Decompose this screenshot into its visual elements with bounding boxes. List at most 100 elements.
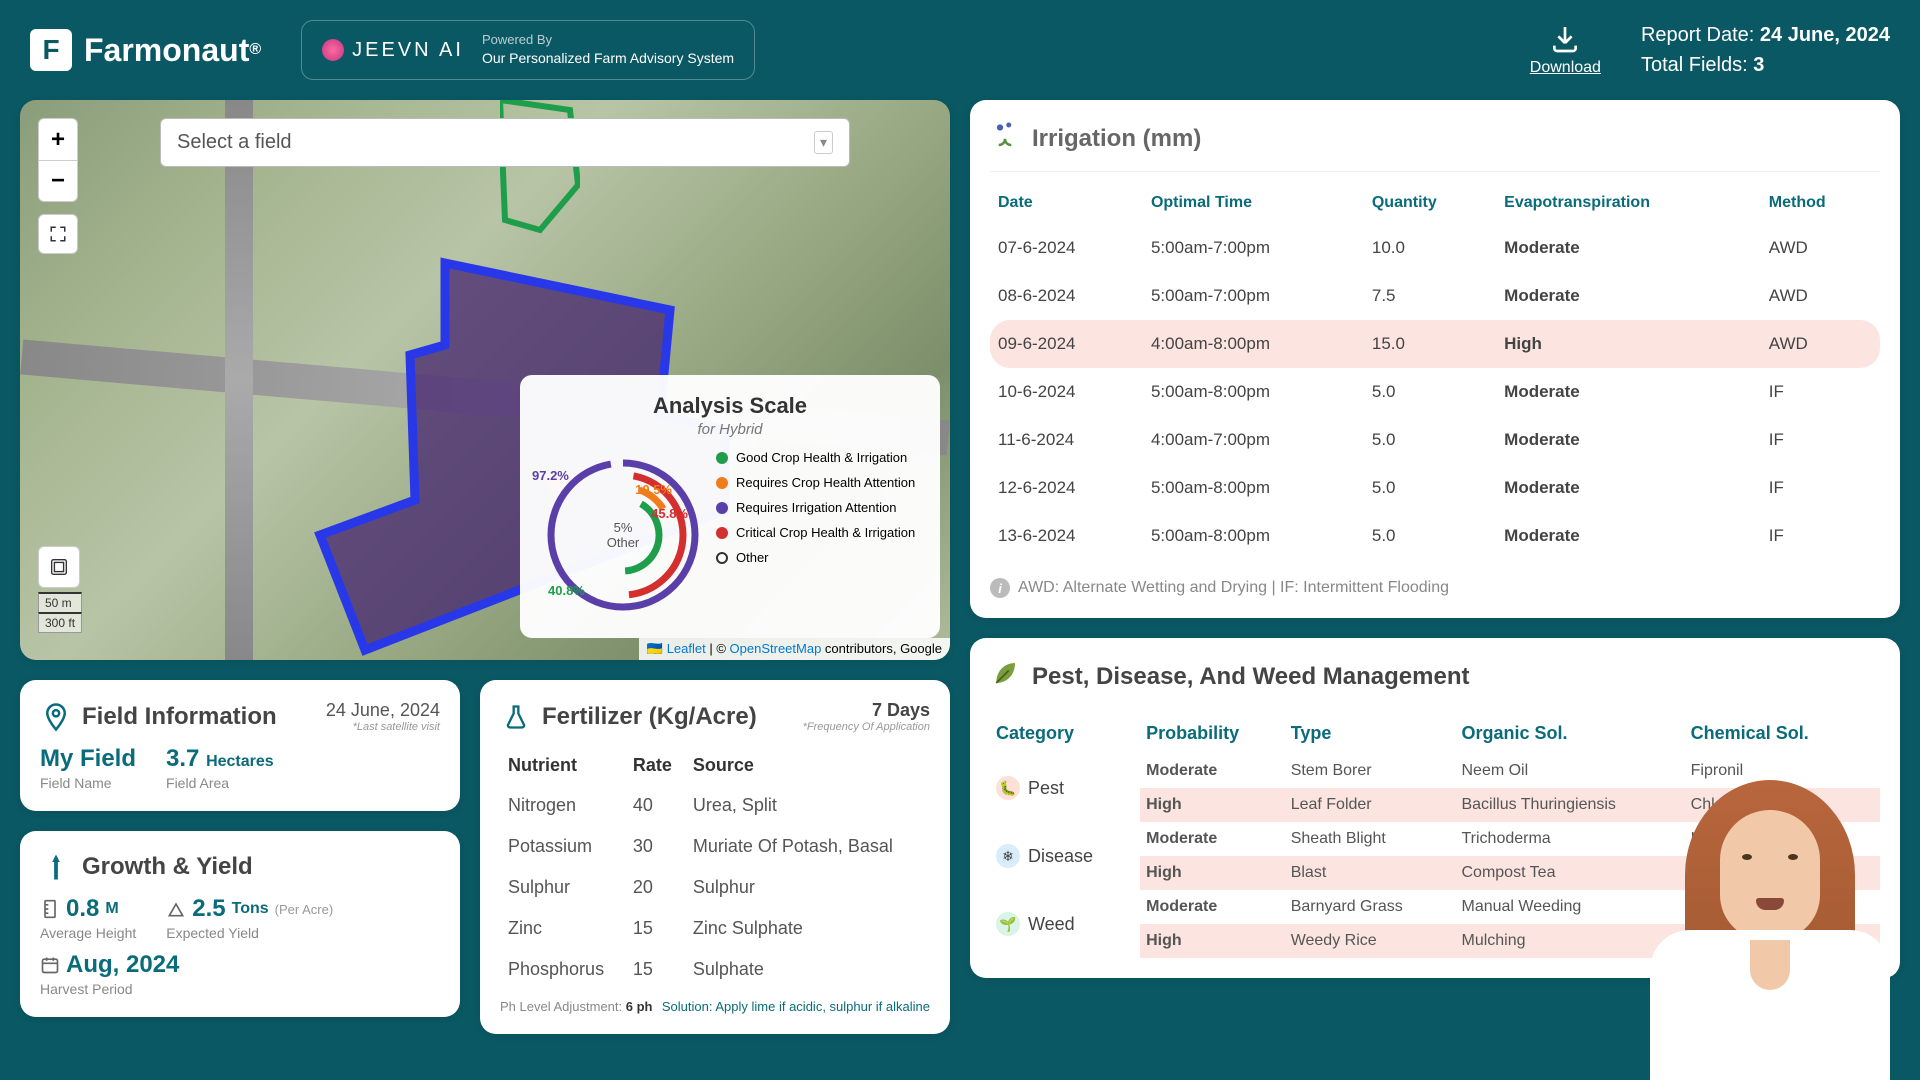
irr-col-date: Date xyxy=(990,182,1143,224)
leaf-icon xyxy=(990,658,1020,695)
analysis-subtitle: for Hybrid xyxy=(538,421,922,438)
zoom-in-button[interactable]: + xyxy=(38,118,78,160)
map-card[interactable]: + − Select a field xyxy=(20,100,950,660)
report-date: 24 June, 2024 xyxy=(1760,24,1890,46)
harvest-value: Aug, 2024 xyxy=(66,951,179,979)
height-value: 0.8 xyxy=(66,895,99,923)
fert-col-source: Source xyxy=(687,747,928,784)
table-row: 08-6-20245:00am-7:00pm7.5ModerateAWD xyxy=(990,272,1880,320)
legend-dot xyxy=(716,527,728,539)
analysis-legend: Good Crop Health & Irrigation Requires Cr… xyxy=(716,450,922,620)
ph-label: Ph Level Adjustment: xyxy=(500,999,622,1014)
field-info-title: Field Information xyxy=(82,703,277,731)
legend-item: Requires Irrigation Attention xyxy=(716,500,922,515)
table-row: Phosphorus15Sulphate xyxy=(502,950,928,989)
legend-item: Requires Crop Health Attention xyxy=(716,475,922,490)
pest-col-org: Organic Sol. xyxy=(1455,713,1684,754)
pest-category: 🌱Weed xyxy=(996,912,1134,936)
height-label: Average Height xyxy=(40,925,136,941)
sol-label: Solution: xyxy=(662,999,713,1014)
table-row: Sulphur20Sulphur xyxy=(502,868,928,907)
info-icon: i xyxy=(990,578,1010,598)
sol-value: Apply lime if acidic, sulphur if alkalin… xyxy=(715,999,930,1014)
legend-dot xyxy=(716,477,728,489)
table-row: 09-6-20244:00am-8:00pm15.0HighAWD xyxy=(990,320,1880,368)
legend-dot xyxy=(716,552,728,564)
pest-category: 🐛Pest xyxy=(996,776,1134,800)
pest-col-type: Type xyxy=(1285,713,1456,754)
donut-label-purple: 97.2% xyxy=(532,468,569,483)
legend-item: Critical Crop Health & Irrigation xyxy=(716,525,922,540)
flask-icon xyxy=(500,701,532,733)
legend-label: Good Crop Health & Irrigation xyxy=(736,450,907,465)
legend-label: Requires Irrigation Attention xyxy=(736,500,896,515)
table-row: 07-6-20245:00am-7:00pm10.0ModerateAWD xyxy=(990,224,1880,272)
water-plant-icon xyxy=(990,120,1020,157)
irrigation-card: Irrigation (mm) Date Optimal Time Quanti… xyxy=(970,100,1900,618)
total-fields: 3 xyxy=(1753,54,1764,76)
legend-dot xyxy=(716,452,728,464)
jeevn-powered: Powered By xyxy=(482,32,552,47)
fertilizer-card: Fertilizer (Kg/Acre) 7 Days *Frequency O… xyxy=(480,680,950,1034)
yield-icon xyxy=(166,899,186,919)
table-row: Zinc15Zinc Sulphate xyxy=(502,909,928,948)
attr-rest: contributors, Google xyxy=(821,641,942,656)
yield-value: 2.5 xyxy=(192,895,225,923)
fertilizer-period: 7 Days xyxy=(803,700,930,721)
ph-value: 6 ph xyxy=(626,999,653,1014)
legend-label: Critical Crop Health & Irrigation xyxy=(736,525,915,540)
ruler-icon xyxy=(40,899,60,919)
field-info-date-note: *Last satellite visit xyxy=(326,721,440,733)
field-area-label: Field Area xyxy=(166,775,274,791)
legend-dot xyxy=(716,502,728,514)
field-area-unit: Hectares xyxy=(206,753,274,770)
scale-ft: 300 ft xyxy=(38,612,82,633)
field-info-date: 24 June, 2024 xyxy=(326,700,440,720)
pest-col-prob: Probability xyxy=(1140,713,1285,754)
analysis-donut: 5% Other 97.2% 10.5% 45.8% 40.8% xyxy=(538,450,708,620)
field-select-dropdown[interactable]: Select a field xyxy=(160,118,850,167)
irrigation-footer: AWD: Alternate Wetting and Drying | IF: … xyxy=(1018,579,1449,597)
table-row: 10-6-20245:00am-8:00pm5.0ModerateIF xyxy=(990,368,1880,416)
download-icon xyxy=(1549,23,1581,55)
table-row: 11-6-20244:00am-7:00pm5.0ModerateIF xyxy=(990,416,1880,464)
download-button[interactable]: Download xyxy=(1530,23,1601,77)
donut-center-label: Other xyxy=(607,535,640,550)
pest-col-chem: Chemical Sol. xyxy=(1685,713,1880,754)
layers-icon xyxy=(48,556,70,578)
yield-per: (Per Acre) xyxy=(275,902,334,917)
layers-button[interactable] xyxy=(38,546,80,588)
fertilizer-period-note: *Frequency Of Application xyxy=(803,721,930,733)
location-pin-icon xyxy=(40,701,72,733)
logo-icon: F xyxy=(30,29,72,71)
map-attribution: 🇺🇦 Leaflet | © OpenStreetMap contributor… xyxy=(639,638,950,660)
irr-col-time: Optimal Time xyxy=(1143,182,1364,224)
growth-icon xyxy=(40,851,72,883)
irr-col-method: Method xyxy=(1761,182,1880,224)
field-select-placeholder: Select a field xyxy=(177,131,292,154)
irrigation-title: Irrigation (mm) xyxy=(1032,125,1201,153)
irr-col-evap: Evapotranspiration xyxy=(1496,182,1761,224)
table-row: Nitrogen40Urea, Split xyxy=(502,786,928,825)
fullscreen-button[interactable] xyxy=(38,214,78,254)
jeevn-desc: Our Personalized Farm Advisory System xyxy=(482,49,734,69)
irr-col-qty: Quantity xyxy=(1364,182,1496,224)
growth-yield-card: Growth & Yield 0.8 M Average Height xyxy=(20,831,460,1017)
zoom-out-button[interactable]: − xyxy=(38,160,78,202)
donut-label-green: 40.8% xyxy=(548,583,585,598)
height-unit: M xyxy=(105,900,118,918)
report-info: Report Date: 24 June, 2024 Total Fields:… xyxy=(1641,20,1890,80)
jeevn-icon xyxy=(322,39,344,61)
legend-label: Other xyxy=(736,550,769,565)
field-name-label: Field Name xyxy=(40,775,136,791)
osm-link[interactable]: OpenStreetMap xyxy=(730,641,822,656)
yield-label: Expected Yield xyxy=(166,925,333,941)
fert-col-nutrient: Nutrient xyxy=(502,747,625,784)
donut-center-pct: 5% xyxy=(607,520,640,535)
fert-col-rate: Rate xyxy=(627,747,685,784)
fullscreen-icon xyxy=(49,225,67,243)
avatar-assistant xyxy=(1650,760,1890,1080)
leaflet-link[interactable]: Leaflet xyxy=(667,641,706,656)
analysis-scale-panel: Analysis Scale for Hybrid 5% Other xyxy=(520,375,940,638)
logo: F Farmonaut® xyxy=(30,29,261,71)
